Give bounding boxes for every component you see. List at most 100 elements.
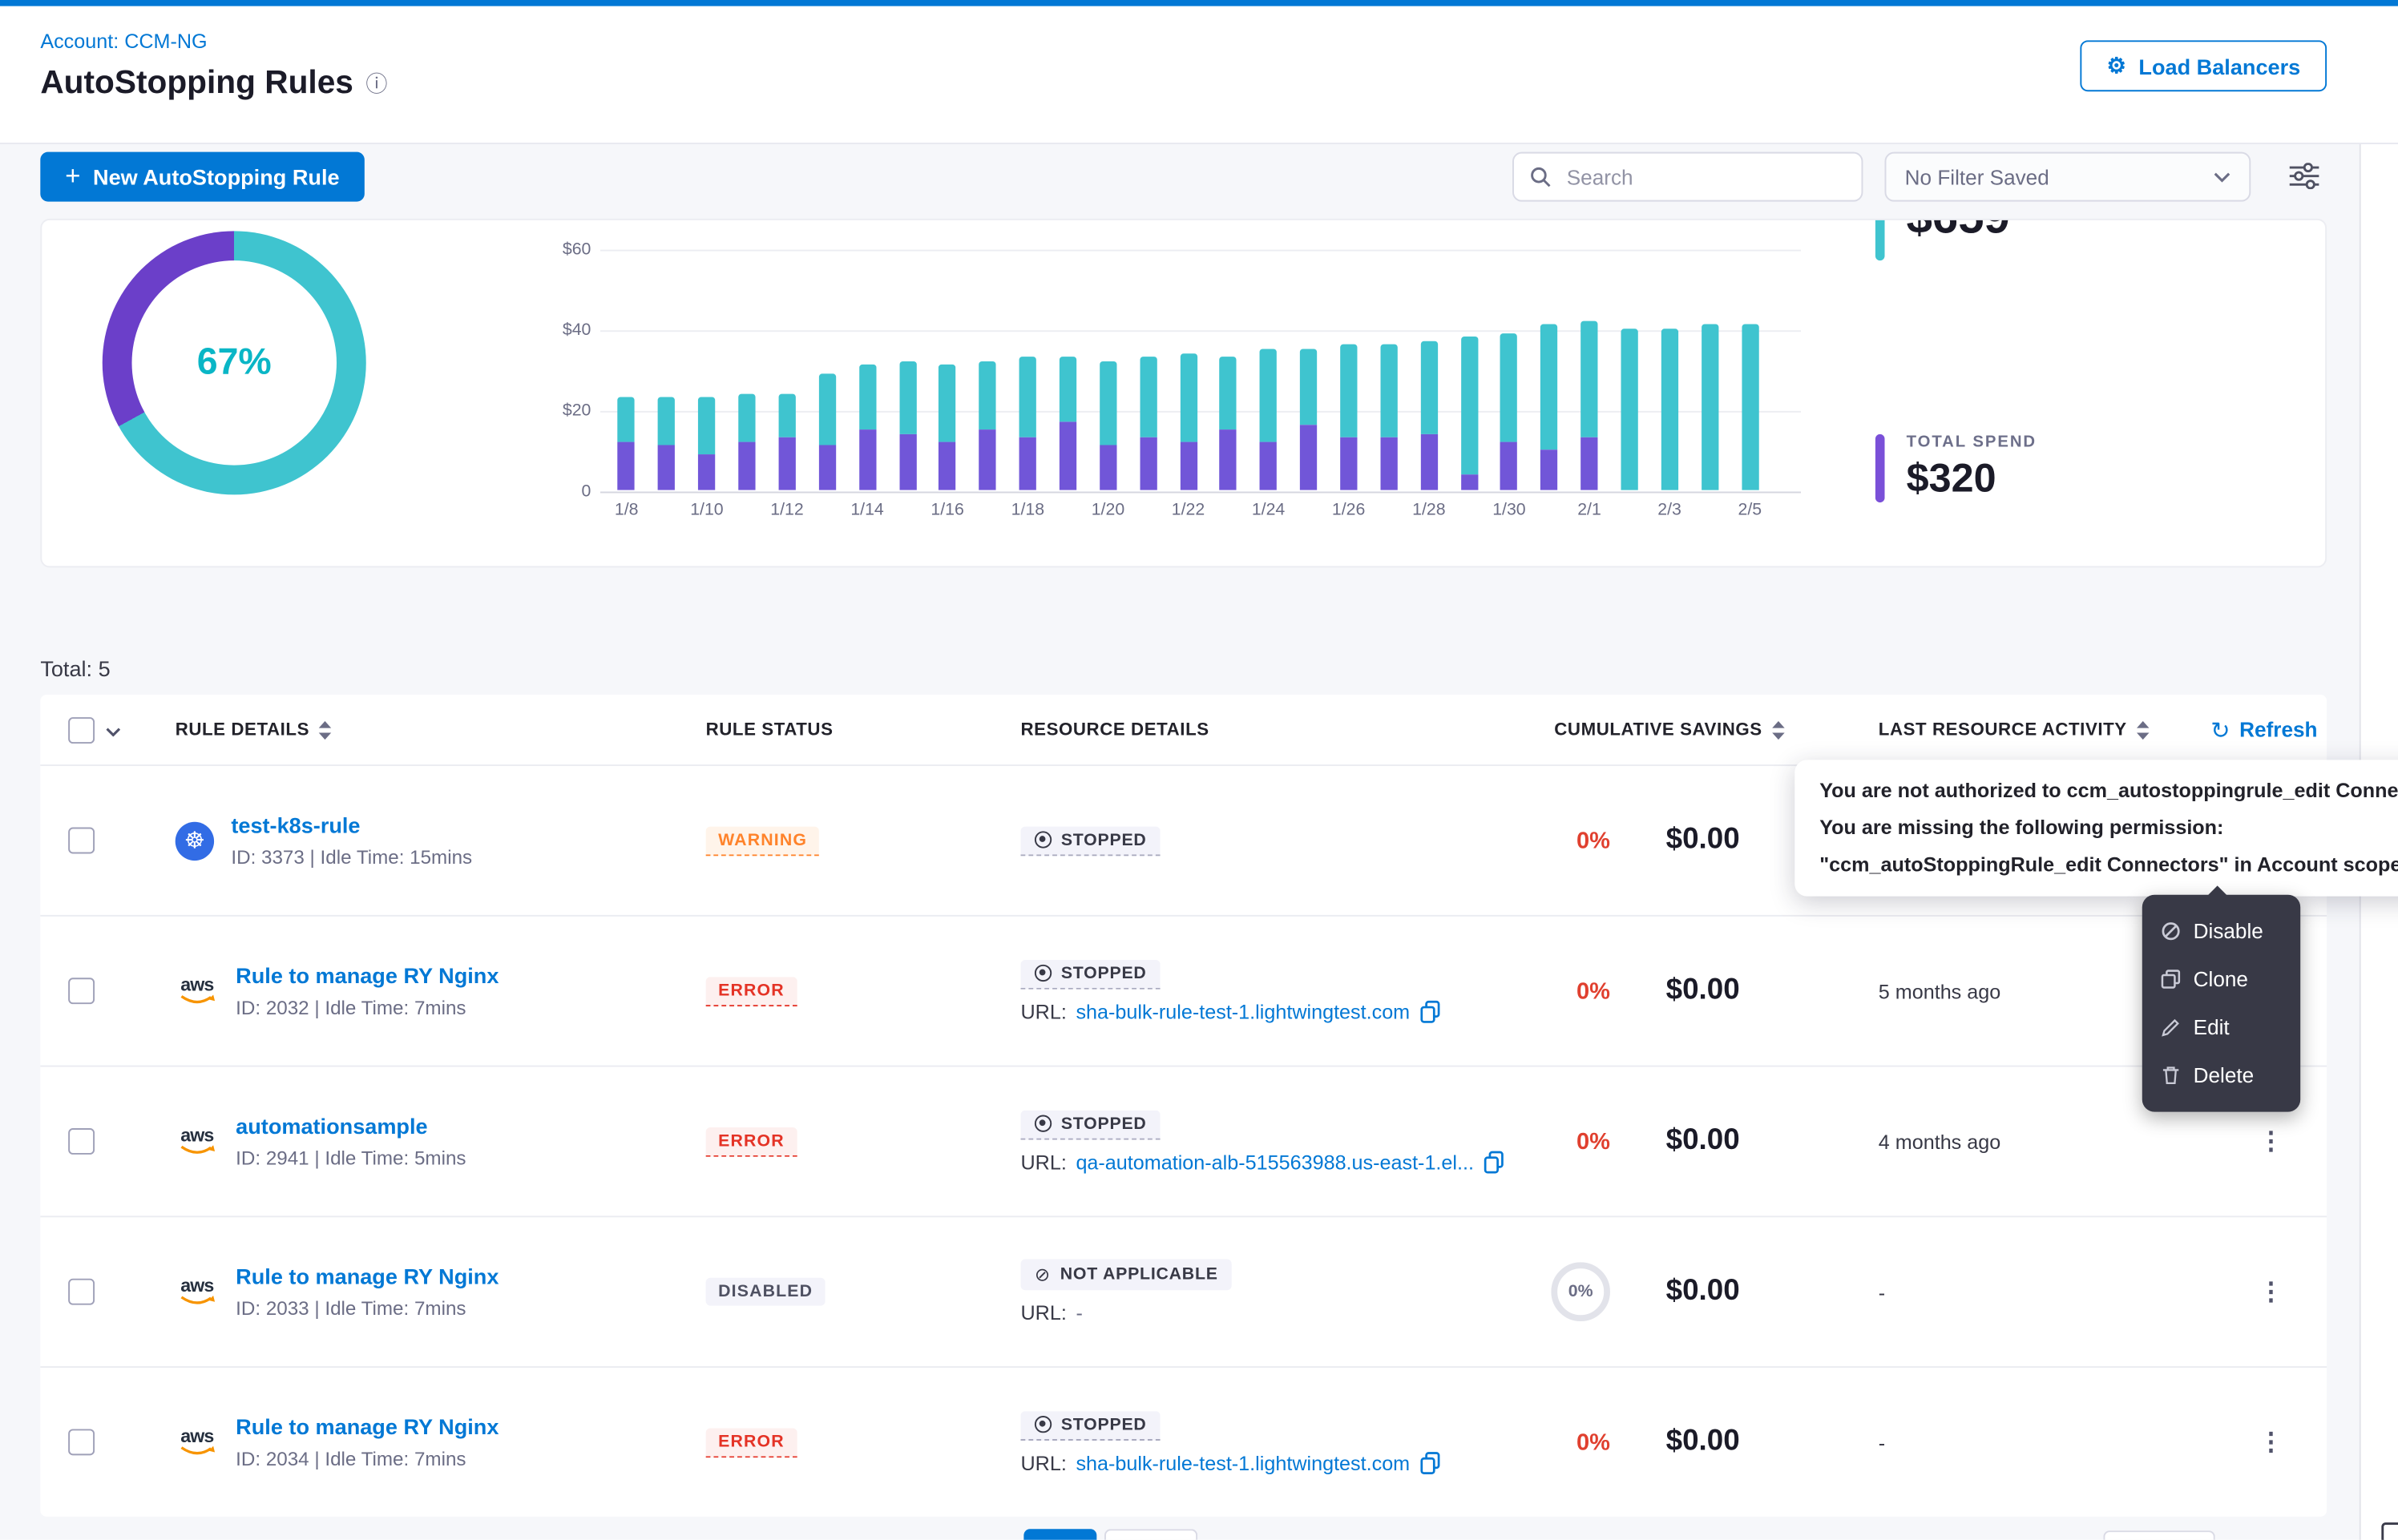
url-link[interactable]: sha-bulk-rule-test-1.lightwingtest.com (1076, 999, 1410, 1022)
last-activity-cell: 5 months ago (1879, 917, 2000, 1066)
resource-details-cell: STOPPED URL: sha-bulk-rule-test-1.lightw… (1020, 1368, 1440, 1517)
chart-bar (1220, 357, 1237, 490)
select-all-checkbox[interactable] (68, 716, 95, 743)
x-tick: 1/10 (690, 501, 723, 519)
header-rule-details[interactable]: RULE DETAILS (176, 695, 333, 764)
resource-state-badge[interactable]: STOPPED (1020, 1110, 1161, 1139)
page-header: Account: CCM-NG AutoStopping Rules ⓘ ⚙ L… (0, 6, 2398, 144)
resource-state-badge[interactable]: STOPPED (1020, 1410, 1161, 1440)
copy-icon[interactable] (1484, 1150, 1505, 1173)
menu-item-delete[interactable]: Delete (2142, 1051, 2300, 1099)
info-icon[interactable]: ⓘ (365, 68, 387, 99)
rule-meta: ID: 2032 | Idle Time: 7mins (236, 997, 499, 1018)
rule-status-cell: DISABLED (706, 1217, 826, 1366)
row-checkbox[interactable] (68, 1429, 95, 1455)
y-tick: 0 (523, 482, 591, 501)
resource-state-badge[interactable]: ⊘ NOT APPLICABLE (1020, 1260, 1232, 1291)
search-input[interactable] (1564, 163, 1846, 190)
chart-bar (818, 373, 835, 490)
resource-url: URL: sha-bulk-rule-test-1.lightwingtest.… (1020, 999, 1440, 1022)
last-activity-cell: 4 months ago (1879, 1067, 2000, 1216)
table-row: aws automationsample ID: 2941 | Idle Tim… (40, 1066, 2327, 1216)
status-badge[interactable]: WARNING (706, 826, 820, 856)
resource-url: URL: - (1020, 1301, 1082, 1324)
x-tick: 1/14 (850, 501, 883, 519)
rule-details-cell: aws automationsample ID: 2941 | Idle Tim… (176, 1067, 466, 1216)
chart-bar (1340, 345, 1357, 490)
table-row: aws Rule to manage RY Nginx ID: 2033 | I… (40, 1215, 2327, 1366)
table-row: aws Rule to manage RY Nginx ID: 2032 | I… (40, 915, 2327, 1066)
rule-status-cell: ERROR (706, 917, 797, 1066)
chevron-down-icon (2214, 171, 2230, 183)
status-badge[interactable]: DISABLED (706, 1278, 826, 1306)
chart-bar (1621, 329, 1637, 490)
copy-icon[interactable] (1419, 1451, 1441, 1474)
rule-details-cell: aws Rule to manage RY Nginx ID: 2032 | I… (176, 917, 499, 1066)
sort-icon (2136, 720, 2150, 739)
rule-name-link[interactable]: automationsample (236, 1114, 427, 1139)
status-badge[interactable]: ERROR (706, 1127, 797, 1156)
rule-name-link[interactable]: test-k8s-rule (231, 812, 360, 837)
chart-bar (858, 365, 875, 490)
rule-name-link[interactable]: Rule to manage RY Nginx (236, 963, 499, 988)
row-context-menu: Disable Clone Edit Delete (2142, 895, 2300, 1112)
chart-bar (1019, 357, 1036, 490)
sort-icon (319, 720, 333, 739)
chart-bar (658, 397, 675, 490)
row-checkbox[interactable] (68, 978, 95, 1004)
x-tick: 1/16 (931, 501, 963, 519)
url-link[interactable]: qa-automation-alb-515563988.us-east-1.el… (1076, 1150, 1474, 1173)
menu-item-disable[interactable]: Disable (2142, 907, 2300, 955)
resource-state-badge[interactable]: STOPPED (1020, 959, 1161, 989)
menu-item-edit[interactable]: Edit (2142, 1003, 2300, 1051)
help-chat-icon[interactable] (2380, 1520, 2398, 1540)
savings-amount-cell: $0.00 (1666, 917, 1822, 1066)
edit-icon (2161, 1018, 2181, 1038)
url-link[interactable]: sha-bulk-rule-test-1.lightwingtest.com (1076, 1451, 1410, 1474)
pagination-active-page[interactable] (1023, 1529, 1096, 1540)
rule-name-link[interactable]: Rule to manage RY Nginx (236, 1414, 499, 1439)
y-tick: $40 (523, 321, 591, 340)
autostopping-rules-page: Account: CCM-NG AutoStopping Rules ⓘ ⚙ L… (0, 0, 2398, 1540)
gear-icon: ⚙ (2107, 53, 2126, 79)
resource-state-badge[interactable]: STOPPED (1020, 826, 1161, 856)
row-menu-icon[interactable]: ⋮ (2254, 1368, 2288, 1517)
tooltip-line: You are missing the following permission… (1819, 809, 2398, 846)
rule-status-cell: WARNING (706, 766, 820, 915)
row-checkbox[interactable] (68, 1128, 95, 1155)
last-activity-cell: - (1879, 1217, 1885, 1366)
savings-percent-cell: 0% (1529, 766, 1610, 915)
row-checkbox[interactable] (68, 1279, 95, 1305)
account-breadcrumb[interactable]: Account: CCM-NG (40, 30, 207, 53)
refresh-button[interactable]: ↻ Refresh (2210, 695, 2317, 764)
menu-item-clone[interactable]: Clone (2142, 955, 2300, 1003)
table-row: aws Rule to manage RY Nginx ID: 2034 | I… (40, 1366, 2327, 1517)
aws-icon: aws (176, 975, 219, 1006)
new-autostopping-rule-button[interactable]: + New AutoStopping Rule (40, 152, 364, 202)
saved-filter-dropdown[interactable]: No Filter Saved (1885, 152, 2251, 202)
row-checkbox[interactable] (68, 828, 95, 854)
header-rule-status: RULE STATUS (706, 695, 834, 764)
page-size-select[interactable] (2103, 1530, 2214, 1540)
select-menu-chevron-icon[interactable] (106, 716, 121, 744)
pagination-page-button[interactable] (1104, 1529, 1197, 1540)
not-applicable-icon: ⊘ (1035, 1264, 1051, 1285)
rule-name-link[interactable]: Rule to manage RY Nginx (236, 1264, 499, 1288)
chart-bar (1460, 337, 1477, 490)
chart-bar (899, 361, 916, 490)
x-tick: 1/12 (770, 501, 803, 519)
resource-details-cell: STOPPED URL: qa-automation-alb-515563988… (1020, 1067, 1504, 1216)
status-badge[interactable]: ERROR (706, 976, 797, 1006)
row-menu-icon[interactable]: ⋮ (2254, 1217, 2288, 1366)
clone-icon (2161, 970, 2181, 990)
chart-bar (1500, 333, 1517, 490)
status-badge[interactable]: ERROR (706, 1428, 797, 1457)
header-cumulative-savings[interactable]: CUMULATIVE SAVINGS (1554, 695, 1785, 764)
stopped-icon (1035, 1416, 1052, 1433)
resource-details-cell: STOPPED (1020, 766, 1161, 915)
resource-url: URL: sha-bulk-rule-test-1.lightwingtest.… (1020, 1451, 1440, 1474)
copy-icon[interactable] (1419, 999, 1441, 1022)
header-last-resource-activity[interactable]: LAST RESOURCE ACTIVITY (1879, 695, 2150, 764)
load-balancers-button[interactable]: ⚙ Load Balancers (2081, 40, 2327, 91)
filter-sliders-icon[interactable] (2290, 163, 2319, 197)
